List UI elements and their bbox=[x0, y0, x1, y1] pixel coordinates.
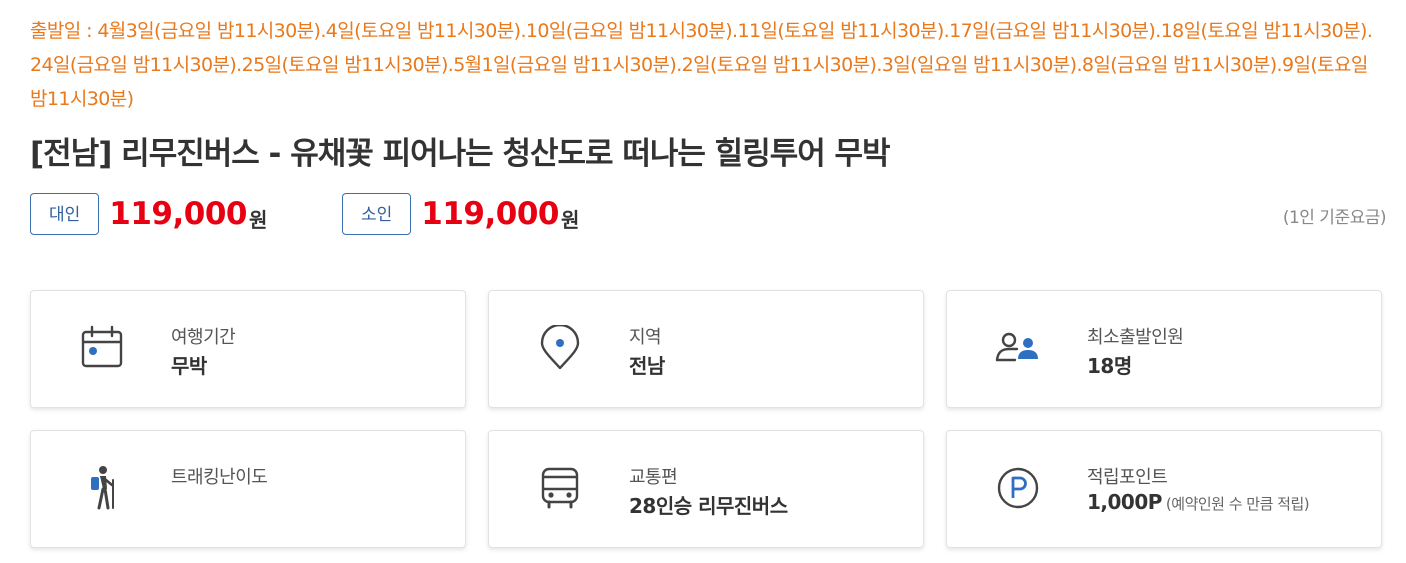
info-card-value: 28인승 리무진버스 bbox=[629, 494, 788, 518]
info-card-region: 지역 전남 bbox=[488, 290, 924, 408]
points-amount: 1,000P bbox=[1087, 490, 1162, 514]
hiker-icon bbox=[79, 465, 125, 511]
info-card-trekking: 트래킹난이도 bbox=[30, 430, 466, 548]
info-card-transport: 교통편 28인승 리무진버스 bbox=[488, 430, 924, 548]
price-row: 대인 119,000 원 소인 119,000 원 (1인 기준요금) bbox=[30, 193, 1387, 243]
info-card-label: 여행기간 bbox=[171, 327, 236, 348]
points-note: (예약인원 수 만큼 적립) bbox=[1165, 495, 1310, 513]
point-icon bbox=[995, 465, 1041, 511]
bus-icon bbox=[537, 465, 583, 511]
info-card-label: 교통편 bbox=[629, 467, 678, 488]
info-card-points: 적립포인트 1,000P (예약인원 수 만큼 적립) bbox=[946, 430, 1382, 548]
adult-price-amount: 119,000 bbox=[109, 196, 247, 232]
calendar-icon bbox=[79, 325, 125, 371]
info-card-value: 전남 bbox=[629, 354, 665, 378]
info-card-label: 최소출발인원 bbox=[1087, 327, 1184, 348]
price-note: (1인 기준요금) bbox=[1282, 208, 1387, 228]
info-card-value: 18명 bbox=[1087, 354, 1132, 378]
info-card-min-people: 최소출발인원 18명 bbox=[946, 290, 1382, 408]
child-price: 소인 119,000 원 bbox=[342, 193, 579, 235]
info-card-label: 지역 bbox=[629, 327, 662, 348]
adult-badge[interactable]: 대인 bbox=[30, 193, 100, 235]
child-badge[interactable]: 소인 bbox=[342, 193, 412, 235]
info-card-value: 1,000P (예약인원 수 만큼 적립) bbox=[1087, 490, 1310, 514]
adult-price-unit: 원 bbox=[248, 207, 268, 232]
child-price-amount: 119,000 bbox=[421, 196, 559, 232]
info-card-value: 무박 bbox=[171, 354, 207, 378]
departure-dates: 출발일 : 4월3일(금요일 밤11시30분).4일(토요일 밤11시30분).… bbox=[30, 20, 1373, 110]
child-price-unit: 원 bbox=[560, 207, 580, 232]
location-pin-icon bbox=[537, 325, 583, 371]
people-icon bbox=[995, 325, 1041, 371]
info-card-label: 적립포인트 bbox=[1087, 467, 1168, 488]
info-card-duration: 여행기간 무박 bbox=[30, 290, 466, 408]
adult-price: 대인 119,000 원 bbox=[30, 193, 267, 235]
product-title: [전남] 리무진버스 - 유채꽃 피어나는 청산도로 떠나는 힐링투어 무박 bbox=[30, 136, 891, 172]
info-card-label: 트래킹난이도 bbox=[171, 467, 268, 488]
